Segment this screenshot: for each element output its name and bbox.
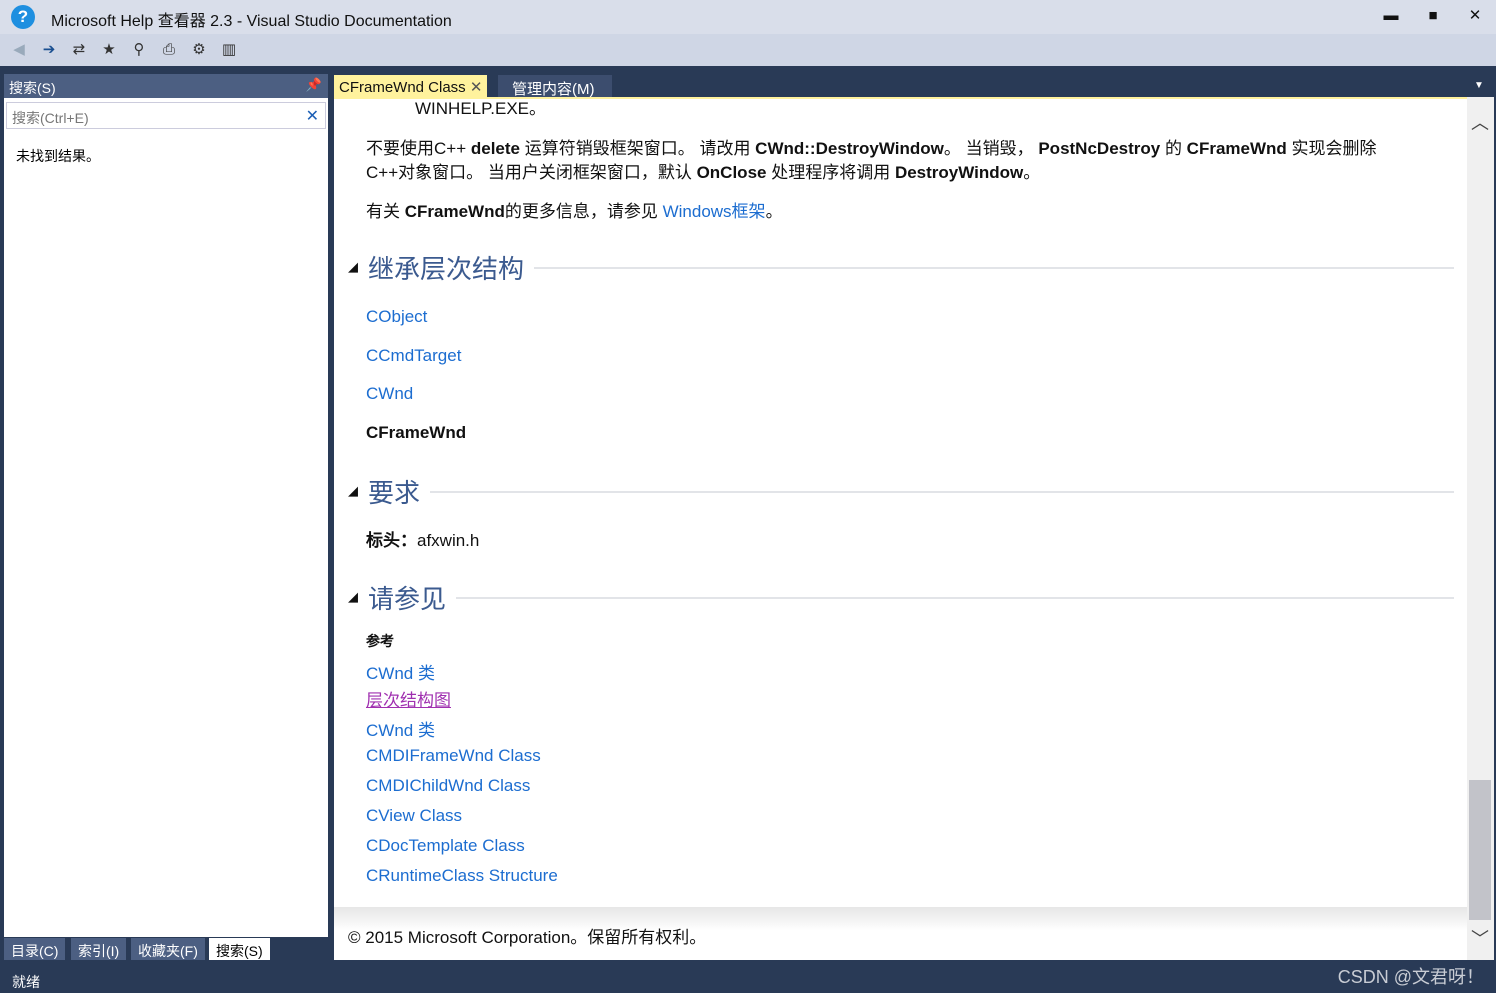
watermark: CSDN @文君呀！	[1337, 967, 1484, 987]
clear-search-icon[interactable]: ✕	[306, 106, 319, 126]
help-icon: ?	[11, 5, 35, 29]
see-also-link[interactable]: CMDIFrameWnd Class	[366, 746, 541, 766]
tab-index[interactable]: 索引(I)	[71, 938, 127, 960]
tab-favorites[interactable]: 收藏夹(F)	[131, 938, 205, 960]
windows-framework-link[interactable]: Windows框架	[663, 202, 766, 221]
collapse-icon[interactable]: ◢	[348, 260, 358, 275]
see-also-link[interactable]: CRuntimeClass Structure	[366, 866, 558, 886]
find-icon[interactable]: ⚲	[129, 40, 149, 60]
document-content: WINHELP.EXE。 不要使用C++ delete 运算符销毁框架窗口。 请…	[334, 97, 1467, 907]
window-title: Microsoft Help 查看器 2.3 - Visual Studio D…	[51, 13, 452, 30]
see-also-link[interactable]: CView Class	[366, 806, 462, 826]
pin-icon[interactable]: 📌	[306, 77, 322, 93]
library-icon[interactable]: ▥	[219, 40, 239, 60]
tab-manage-content[interactable]: 管理内容(M)	[498, 75, 612, 98]
see-also-heading[interactable]: ◢ 请参见	[348, 579, 1454, 616]
cwnd-link[interactable]: CWnd	[366, 384, 413, 404]
see-also-link[interactable]: CWnd 类	[366, 716, 435, 741]
search-input[interactable]: 搜索(Ctrl+E) ✕	[6, 102, 326, 129]
ccmdtarget-link[interactable]: CCmdTarget	[366, 346, 461, 366]
reference-label: 参考	[366, 633, 394, 649]
header-requirement: 标头：afxwin.h	[366, 531, 480, 550]
scroll-down-icon[interactable]: ﹀	[1471, 925, 1489, 951]
vertical-scrollbar[interactable]: ︿ ﹀	[1467, 97, 1494, 960]
tab-search[interactable]: 搜索(S)	[209, 938, 270, 960]
scroll-thumb[interactable]	[1469, 780, 1491, 920]
tab-dropdown-icon[interactable]: ▼	[1474, 80, 1484, 91]
panel-header: 搜索(S) 📌	[4, 74, 328, 98]
status-text: 就绪	[12, 974, 40, 990]
paragraph: 有关 CFrameWnd的更多信息，请参见 Windows框架。	[366, 202, 783, 221]
minimize-button[interactable]: ▬	[1376, 4, 1406, 28]
add-favorite-icon[interactable]: ★	[99, 40, 119, 60]
scroll-up-icon[interactable]: ︿	[1471, 109, 1489, 135]
no-results-text: 未找到结果。	[16, 148, 100, 164]
close-button[interactable]: ✕	[1460, 4, 1490, 28]
see-also-link[interactable]: CWnd 类	[366, 659, 435, 684]
text-line: WINHELP.EXE。	[415, 99, 547, 118]
requirements-heading[interactable]: ◢ 要求	[348, 473, 1454, 510]
panel-title: 搜索(S)	[9, 80, 56, 96]
see-also-link[interactable]: CMDIChildWnd Class	[366, 776, 530, 796]
inheritance-heading[interactable]: ◢ 继承层次结构	[348, 249, 1454, 286]
current-class: CFrameWnd	[366, 423, 467, 442]
see-also-link[interactable]: 层次结构图	[366, 686, 451, 711]
maximize-button[interactable]: ■	[1418, 4, 1448, 28]
collapse-icon[interactable]: ◢	[348, 484, 358, 499]
search-panel: 搜索(S) 📌 搜索(Ctrl+E) ✕ 未找到结果。	[4, 74, 328, 937]
back-icon[interactable]: ◀	[9, 40, 29, 60]
sync-icon[interactable]: ⇄	[69, 40, 89, 60]
copyright-footer: © 2015 Microsoft Corporation。保留所有权利。	[334, 907, 1467, 960]
forward-icon[interactable]: ➔	[39, 40, 59, 60]
cobject-link[interactable]: CObject	[366, 307, 427, 327]
tab-cframewnd[interactable]: CFrameWnd Class ✕	[334, 75, 488, 97]
collapse-icon[interactable]: ◢	[348, 590, 358, 605]
title-bar: ? Microsoft Help 查看器 2.3 - Visual Studio…	[0, 0, 1496, 34]
settings-icon[interactable]: ⚙	[189, 40, 209, 60]
close-tab-icon[interactable]: ✕	[470, 79, 483, 96]
tab-contents[interactable]: 目录(C)	[4, 938, 66, 960]
tab-label: CFrameWnd Class	[339, 79, 466, 96]
see-also-link[interactable]: CDocTemplate Class	[366, 836, 525, 856]
print-icon[interactable]: ⎙	[159, 40, 179, 60]
paragraph: 不要使用C++ delete 运算符销毁框架窗口。 请改用 CWnd::Dest…	[366, 139, 1377, 182]
search-placeholder: 搜索(Ctrl+E)	[12, 110, 89, 126]
